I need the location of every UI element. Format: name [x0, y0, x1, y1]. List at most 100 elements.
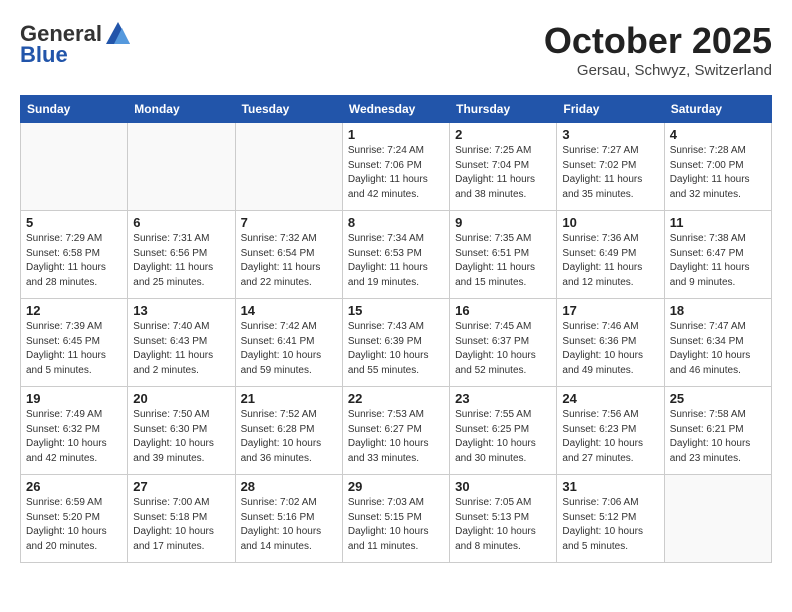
weekday-header-monday: Monday: [128, 96, 235, 123]
day-info: Sunrise: 7:06 AM Sunset: 5:12 PM Dayligh…: [562, 496, 658, 554]
day-info: Sunrise: 7:45 AM Sunset: 6:37 PM Dayligh…: [455, 320, 551, 378]
weekday-header-thursday: Thursday: [450, 96, 557, 123]
calendar-cell: 15 Sunrise: 7:43 AM Sunset: 6:39 PM Dayli…: [342, 299, 449, 387]
weekday-header-sunday: Sunday: [21, 96, 128, 123]
day-info: Sunrise: 7:25 AM Sunset: 7:04 PM Dayligh…: [455, 144, 551, 202]
day-number: 13: [133, 303, 229, 318]
title-block: October 2025 Gersau, Schwyz, Switzerland: [544, 20, 772, 79]
weekday-header-friday: Friday: [557, 96, 664, 123]
day-number: 14: [241, 303, 337, 318]
calendar-week-row: 12 Sunrise: 7:39 AM Sunset: 6:45 PM Dayli…: [21, 299, 772, 387]
calendar-cell: 25 Sunrise: 7:58 AM Sunset: 6:21 PM Dayli…: [664, 387, 771, 475]
calendar-cell: 9Sunrise: 7:35 AM Sunset: 6:51 PM Daylig…: [450, 211, 557, 299]
calendar-week-row: 26Sunrise: 6:59 AM Sunset: 5:20 PM Dayli…: [21, 475, 772, 563]
calendar-cell: 20 Sunrise: 7:50 AM Sunset: 6:30 PM Dayli…: [128, 387, 235, 475]
calendar-cell: 31 Sunrise: 7:06 AM Sunset: 5:12 PM Dayli…: [557, 475, 664, 563]
calendar-cell: 5Sunrise: 7:29 AM Sunset: 6:58 PM Daylig…: [21, 211, 128, 299]
day-number: 16: [455, 303, 551, 318]
calendar-cell: 6Sunrise: 7:31 AM Sunset: 6:56 PM Daylig…: [128, 211, 235, 299]
day-number: 23: [455, 391, 551, 406]
day-number: 1: [348, 127, 444, 142]
day-info: Sunrise: 7:43 AM Sunset: 6:39 PM Dayligh…: [348, 320, 444, 378]
logo-blue-text: Blue: [20, 42, 68, 68]
day-info: Sunrise: 7:27 AM Sunset: 7:02 PM Dayligh…: [562, 144, 658, 202]
day-info: Sunrise: 7:00 AM Sunset: 5:18 PM Dayligh…: [133, 496, 229, 554]
calendar-cell: 21Sunrise: 7:52 AM Sunset: 6:28 PM Dayli…: [235, 387, 342, 475]
day-number: 7: [241, 215, 337, 230]
logo: General Blue: [20, 20, 132, 68]
calendar-cell: 1 Sunrise: 7:24 AM Sunset: 7:06 PM Daylig…: [342, 123, 449, 211]
day-info: Sunrise: 7:38 AM Sunset: 6:47 PM Dayligh…: [670, 232, 766, 290]
day-info: Sunrise: 7:53 AM Sunset: 6:27 PM Dayligh…: [348, 408, 444, 466]
calendar-cell: 10Sunrise: 7:36 AM Sunset: 6:49 PM Dayli…: [557, 211, 664, 299]
day-info: Sunrise: 7:39 AM Sunset: 6:45 PM Dayligh…: [26, 320, 122, 378]
day-number: 20: [133, 391, 229, 406]
calendar-week-row: 1 Sunrise: 7:24 AM Sunset: 7:06 PM Daylig…: [21, 123, 772, 211]
calendar-cell: 8Sunrise: 7:34 AM Sunset: 6:53 PM Daylig…: [342, 211, 449, 299]
day-number: 3: [562, 127, 658, 142]
day-number: 6: [133, 215, 229, 230]
day-info: Sunrise: 7:49 AM Sunset: 6:32 PM Dayligh…: [26, 408, 122, 466]
calendar-cell: 27 Sunrise: 7:00 AM Sunset: 5:18 PM Dayli…: [128, 475, 235, 563]
weekday-header-saturday: Saturday: [664, 96, 771, 123]
day-number: 26: [26, 479, 122, 494]
day-info: Sunrise: 7:35 AM Sunset: 6:51 PM Dayligh…: [455, 232, 551, 290]
calendar-cell: 29Sunrise: 7:03 AM Sunset: 5:15 PM Dayli…: [342, 475, 449, 563]
calendar-cell: 7 Sunrise: 7:32 AM Sunset: 6:54 PM Daylig…: [235, 211, 342, 299]
day-info: Sunrise: 7:24 AM Sunset: 7:06 PM Dayligh…: [348, 144, 444, 202]
day-number: 11: [670, 215, 766, 230]
day-info: Sunrise: 7:05 AM Sunset: 5:13 PM Dayligh…: [455, 496, 551, 554]
day-info: Sunrise: 7:40 AM Sunset: 6:43 PM Dayligh…: [133, 320, 229, 378]
day-number: 28: [241, 479, 337, 494]
calendar-week-row: 19 Sunrise: 7:49 AM Sunset: 6:32 PM Dayli…: [21, 387, 772, 475]
day-number: 27: [133, 479, 229, 494]
day-info: Sunrise: 7:28 AM Sunset: 7:00 PM Dayligh…: [670, 144, 766, 202]
day-info: Sunrise: 7:50 AM Sunset: 6:30 PM Dayligh…: [133, 408, 229, 466]
day-info: Sunrise: 7:32 AM Sunset: 6:54 PM Dayligh…: [241, 232, 337, 290]
calendar-cell: 18Sunrise: 7:47 AM Sunset: 6:34 PM Dayli…: [664, 299, 771, 387]
weekday-header-tuesday: Tuesday: [235, 96, 342, 123]
calendar-cell: 13 Sunrise: 7:40 AM Sunset: 6:43 PM Dayli…: [128, 299, 235, 387]
calendar-cell: 26Sunrise: 6:59 AM Sunset: 5:20 PM Dayli…: [21, 475, 128, 563]
day-info: Sunrise: 7:03 AM Sunset: 5:15 PM Dayligh…: [348, 496, 444, 554]
day-number: 2: [455, 127, 551, 142]
calendar-cell: 3 Sunrise: 7:27 AM Sunset: 7:02 PM Daylig…: [557, 123, 664, 211]
calendar-cell: [235, 123, 342, 211]
calendar-cell: 4Sunrise: 7:28 AM Sunset: 7:00 PM Daylig…: [664, 123, 771, 211]
calendar-cell: 16 Sunrise: 7:45 AM Sunset: 6:37 PM Dayli…: [450, 299, 557, 387]
day-info: Sunrise: 7:47 AM Sunset: 6:34 PM Dayligh…: [670, 320, 766, 378]
calendar-cell: [664, 475, 771, 563]
location: Gersau, Schwyz, Switzerland: [544, 62, 772, 79]
day-number: 15: [348, 303, 444, 318]
day-info: Sunrise: 7:55 AM Sunset: 6:25 PM Dayligh…: [455, 408, 551, 466]
day-info: Sunrise: 7:52 AM Sunset: 6:28 PM Dayligh…: [241, 408, 337, 466]
day-info: Sunrise: 7:34 AM Sunset: 6:53 PM Dayligh…: [348, 232, 444, 290]
calendar-cell: 14 Sunrise: 7:42 AM Sunset: 6:41 PM Dayli…: [235, 299, 342, 387]
weekday-header-row: SundayMondayTuesdayWednesdayThursdayFrid…: [21, 96, 772, 123]
day-number: 12: [26, 303, 122, 318]
day-info: Sunrise: 7:36 AM Sunset: 6:49 PM Dayligh…: [562, 232, 658, 290]
logo-icon: [104, 20, 132, 48]
calendar-cell: 19 Sunrise: 7:49 AM Sunset: 6:32 PM Dayli…: [21, 387, 128, 475]
calendar-table: SundayMondayTuesdayWednesdayThursdayFrid…: [20, 95, 772, 563]
calendar-cell: 30Sunrise: 7:05 AM Sunset: 5:13 PM Dayli…: [450, 475, 557, 563]
month-title: October 2025: [544, 20, 772, 62]
calendar-cell: 17Sunrise: 7:46 AM Sunset: 6:36 PM Dayli…: [557, 299, 664, 387]
page-header: General Blue October 2025 Gersau, Schwyz…: [20, 20, 772, 79]
day-info: Sunrise: 7:42 AM Sunset: 6:41 PM Dayligh…: [241, 320, 337, 378]
day-number: 17: [562, 303, 658, 318]
calendar-cell: 2 Sunrise: 7:25 AM Sunset: 7:04 PM Daylig…: [450, 123, 557, 211]
calendar-cell: 24 Sunrise: 7:56 AM Sunset: 6:23 PM Dayli…: [557, 387, 664, 475]
day-number: 25: [670, 391, 766, 406]
day-number: 24: [562, 391, 658, 406]
day-info: Sunrise: 7:56 AM Sunset: 6:23 PM Dayligh…: [562, 408, 658, 466]
calendar-cell: 12 Sunrise: 7:39 AM Sunset: 6:45 PM Dayli…: [21, 299, 128, 387]
calendar-cell: [21, 123, 128, 211]
day-number: 31: [562, 479, 658, 494]
day-number: 5: [26, 215, 122, 230]
calendar-cell: [128, 123, 235, 211]
day-info: Sunrise: 7:02 AM Sunset: 5:16 PM Dayligh…: [241, 496, 337, 554]
calendar-cell: 23 Sunrise: 7:55 AM Sunset: 6:25 PM Dayli…: [450, 387, 557, 475]
day-info: Sunrise: 7:58 AM Sunset: 6:21 PM Dayligh…: [670, 408, 766, 466]
day-number: 19: [26, 391, 122, 406]
